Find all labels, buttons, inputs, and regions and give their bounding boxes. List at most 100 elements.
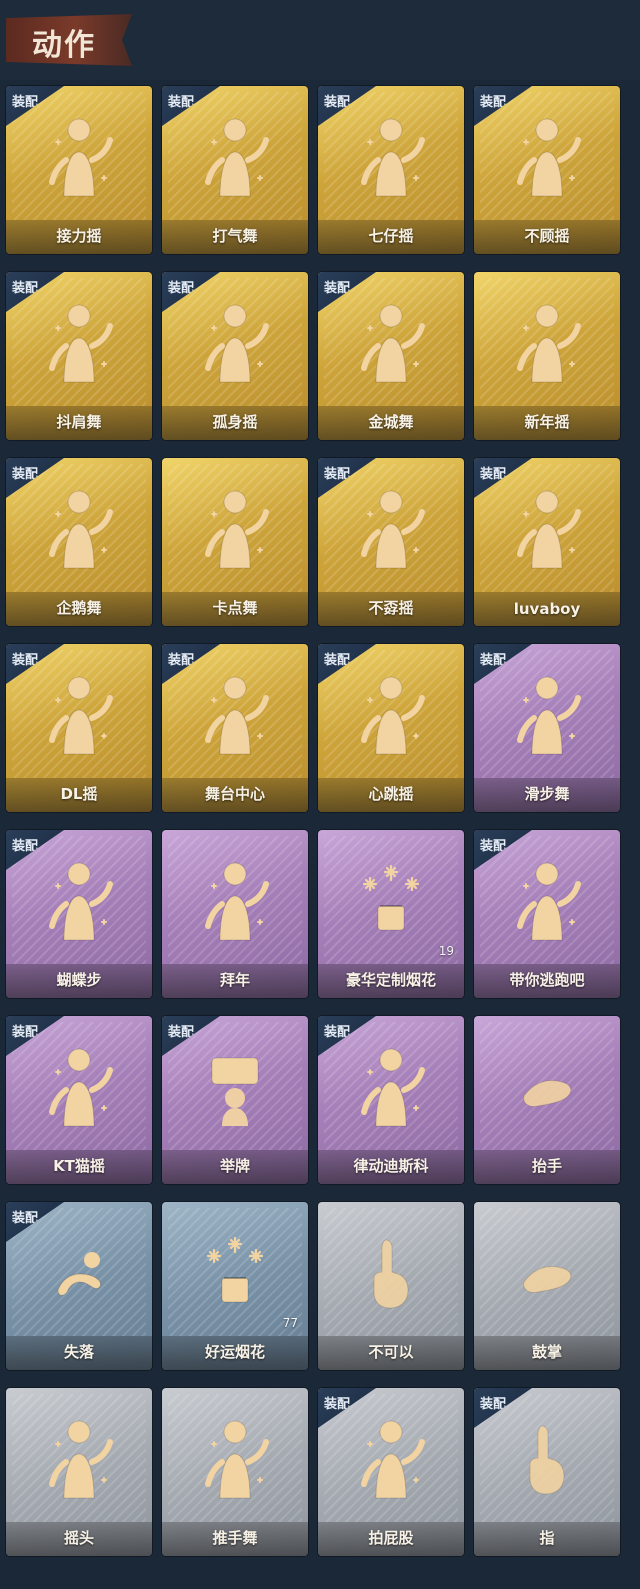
emote-card[interactable]: 19 豪华定制烟花 xyxy=(318,830,464,998)
dance-figure-icon xyxy=(352,1038,430,1134)
emote-card[interactable]: 装配 KT猫摇 xyxy=(6,1016,152,1184)
dance-figure-icon xyxy=(40,480,118,576)
equipped-badge-label: 装配 xyxy=(12,839,39,854)
emote-card[interactable]: 装配 蝴蝶步 xyxy=(6,830,152,998)
emote-card[interactable]: 摇头 xyxy=(6,1388,152,1556)
emote-label: 企鹅舞 xyxy=(56,599,102,617)
dance-figure-icon xyxy=(508,294,586,390)
equipped-badge-label: 装配 xyxy=(324,1025,351,1040)
dance-figure-icon xyxy=(508,666,586,762)
emote-card[interactable]: 装配 舞台中心 xyxy=(162,644,308,812)
dance-figure-icon xyxy=(508,108,586,204)
dance-figure-icon xyxy=(40,1410,118,1506)
equipped-badge-label: 装配 xyxy=(324,95,351,110)
emote-label: 孤身摇 xyxy=(212,413,258,431)
equipped-badge-label: 装配 xyxy=(324,281,351,296)
emote-card[interactable]: 装配 失落 xyxy=(6,1202,152,1370)
emote-card[interactable]: 装配 拍屁股 xyxy=(318,1388,464,1556)
emote-card[interactable]: 卡点舞 xyxy=(162,458,308,626)
emote-card[interactable]: 装配 七仔摇 xyxy=(318,86,464,254)
dance-figure-icon xyxy=(352,480,430,576)
equipped-badge-label: 装配 xyxy=(480,467,507,482)
emote-card[interactable]: 装配 DL摇 xyxy=(6,644,152,812)
emote-card[interactable]: 77 好运烟花 xyxy=(162,1202,308,1370)
emote-card[interactable]: 装配 金城舞 xyxy=(318,272,464,440)
emote-card[interactable]: 装配 律动迪斯科 xyxy=(318,1016,464,1184)
equipped-badge-label: 装配 xyxy=(480,839,507,854)
emote-label: DL摇 xyxy=(60,785,98,803)
equipped-badge-label: 装配 xyxy=(324,1397,351,1412)
dance-figure-icon xyxy=(40,666,118,762)
emote-label: 鼓掌 xyxy=(531,1343,562,1361)
emote-card[interactable]: 不可以 xyxy=(318,1202,464,1370)
equipped-badge-label: 装配 xyxy=(168,653,195,668)
equipped-badge-label: 装配 xyxy=(168,281,195,296)
equipped-badge-label: 装配 xyxy=(480,653,507,668)
emote-label: 举牌 xyxy=(219,1157,250,1175)
emote-label: 滑步舞 xyxy=(524,785,570,803)
emote-card[interactable]: 装配 抖肩舞 xyxy=(6,272,152,440)
emote-label: 金城舞 xyxy=(368,413,414,431)
emote-label: 带你逃跑吧 xyxy=(509,971,585,989)
emote-label: 律动迪斯科 xyxy=(353,1157,429,1175)
emote-card[interactable]: 新年摇 xyxy=(474,272,620,440)
emote-card[interactable]: 装配 企鹅舞 xyxy=(6,458,152,626)
fireworks-icon xyxy=(352,852,430,948)
emote-card[interactable]: 装配 不孬摇 xyxy=(318,458,464,626)
emote-label: 七仔摇 xyxy=(368,227,414,245)
emote-card[interactable]: 拜年 xyxy=(162,830,308,998)
equipped-badge-label: 装配 xyxy=(324,467,351,482)
sign-figure-icon xyxy=(196,1038,274,1134)
emote-card[interactable]: 装配 luvaboy xyxy=(474,458,620,626)
emote-label: 接力摇 xyxy=(56,227,102,245)
emote-card[interactable]: 鼓掌 xyxy=(474,1202,620,1370)
emote-label: 打气舞 xyxy=(212,227,258,245)
emote-card[interactable]: 装配 心跳摇 xyxy=(318,644,464,812)
emote-label: 不顾摇 xyxy=(524,227,570,245)
equipped-badge-label: 装配 xyxy=(12,1025,39,1040)
emote-label: 好运烟花 xyxy=(204,1343,265,1361)
dance-figure-icon xyxy=(40,108,118,204)
dance-figure-icon xyxy=(352,666,430,762)
emote-label: 舞台中心 xyxy=(204,785,265,803)
emote-card[interactable]: 装配 举牌 xyxy=(162,1016,308,1184)
fireworks-icon xyxy=(196,1224,274,1320)
dance-figure-icon xyxy=(196,294,274,390)
equipped-badge-label: 装配 xyxy=(12,281,39,296)
emote-label: 不孬摇 xyxy=(368,599,414,617)
equipped-badge-label: 装配 xyxy=(480,1397,507,1412)
item-count: 19 xyxy=(438,944,454,958)
dance-figure-icon xyxy=(40,294,118,390)
emote-label: 推手舞 xyxy=(212,1529,258,1547)
crawling-figure-icon xyxy=(40,1224,118,1320)
emote-card[interactable]: 推手舞 xyxy=(162,1388,308,1556)
equipped-badge-label: 装配 xyxy=(168,1025,195,1040)
emote-card[interactable]: 抬手 xyxy=(474,1016,620,1184)
header-bar: 动作 xyxy=(0,0,640,80)
dance-figure-icon xyxy=(196,1410,274,1506)
emote-card[interactable]: 装配 带你逃跑吧 xyxy=(474,830,620,998)
emote-card[interactable]: 装配 指 xyxy=(474,1388,620,1556)
equipped-badge-label: 装配 xyxy=(12,467,39,482)
emote-label: 抬手 xyxy=(531,1157,562,1175)
emote-label: 抖肩舞 xyxy=(56,413,102,431)
equipped-badge-label: 装配 xyxy=(168,95,195,110)
emote-label: 心跳摇 xyxy=(368,785,414,803)
emote-label: 摇头 xyxy=(63,1529,94,1547)
emote-label: 卡点舞 xyxy=(212,599,258,617)
dance-figure-icon xyxy=(40,1038,118,1134)
dance-figure-icon xyxy=(352,1410,430,1506)
pointing-hand-icon xyxy=(508,1410,586,1506)
equipped-badge-label: 装配 xyxy=(12,653,39,668)
emote-card[interactable]: 装配 接力摇 xyxy=(6,86,152,254)
greeting-figure-icon xyxy=(196,852,274,948)
dance-figure-icon xyxy=(40,852,118,948)
emote-card[interactable]: 装配 滑步舞 xyxy=(474,644,620,812)
hand-icon xyxy=(508,1038,586,1134)
clap-icon xyxy=(508,1224,586,1320)
emote-card[interactable]: 装配 打气舞 xyxy=(162,86,308,254)
emote-card[interactable]: 装配 孤身摇 xyxy=(162,272,308,440)
emote-card[interactable]: 装配 不顾摇 xyxy=(474,86,620,254)
equipped-badge-label: 装配 xyxy=(12,95,39,110)
emote-label: 指 xyxy=(539,1529,555,1547)
